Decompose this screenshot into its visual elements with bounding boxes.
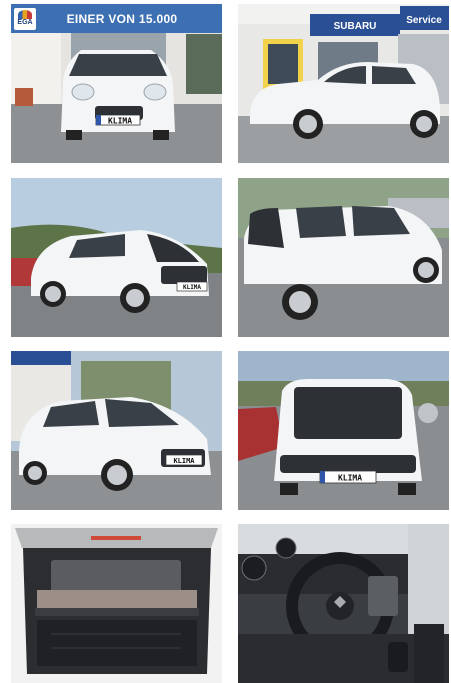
license-plate: KLIMA <box>173 457 195 465</box>
photo-side-rear-view[interactable] <box>238 178 449 337</box>
interior-dashboard-image <box>238 524 449 683</box>
photo-dealer-side-view[interactable]: SUBARU Service <box>238 4 449 163</box>
photo-interior-dashboard-view[interactable] <box>238 524 449 683</box>
photo-rear-view[interactable]: KLIMA <box>238 351 449 510</box>
photo-rear-three-quarter-view[interactable]: KLIMA <box>11 178 222 337</box>
rear-view-image: KLIMA <box>238 351 449 510</box>
license-plate: KLIMA <box>183 284 201 291</box>
dealer-sign-subaru: SUBARU <box>334 21 377 32</box>
logo-text: EGA <box>17 19 33 26</box>
license-plate: KLIMA <box>338 474 362 483</box>
license-plate: KLIMA <box>108 117 132 126</box>
trunk-view-image <box>11 524 222 683</box>
rainbow-logo-icon <box>18 10 32 19</box>
promo-banner: EGA EINER VON 15.000 <box>11 4 222 33</box>
front-three-quarter-image: KLIMA <box>11 351 222 510</box>
photo-front-view[interactable]: KLIMA EGA EINER VON 15.000 <box>11 4 222 163</box>
rear-three-quarter-image: KLIMA <box>11 178 222 337</box>
photo-front-three-quarter-view[interactable]: KLIMA <box>11 351 222 510</box>
ega-logo: EGA <box>14 7 36 30</box>
side-rear-view-image <box>238 178 449 337</box>
banner-headline: EINER VON 15.000 <box>66 11 178 26</box>
dealer-sign-service: Service <box>406 15 442 26</box>
photo-trunk-view[interactable] <box>11 524 222 683</box>
dealer-side-view-image: SUBARU Service <box>238 4 449 163</box>
